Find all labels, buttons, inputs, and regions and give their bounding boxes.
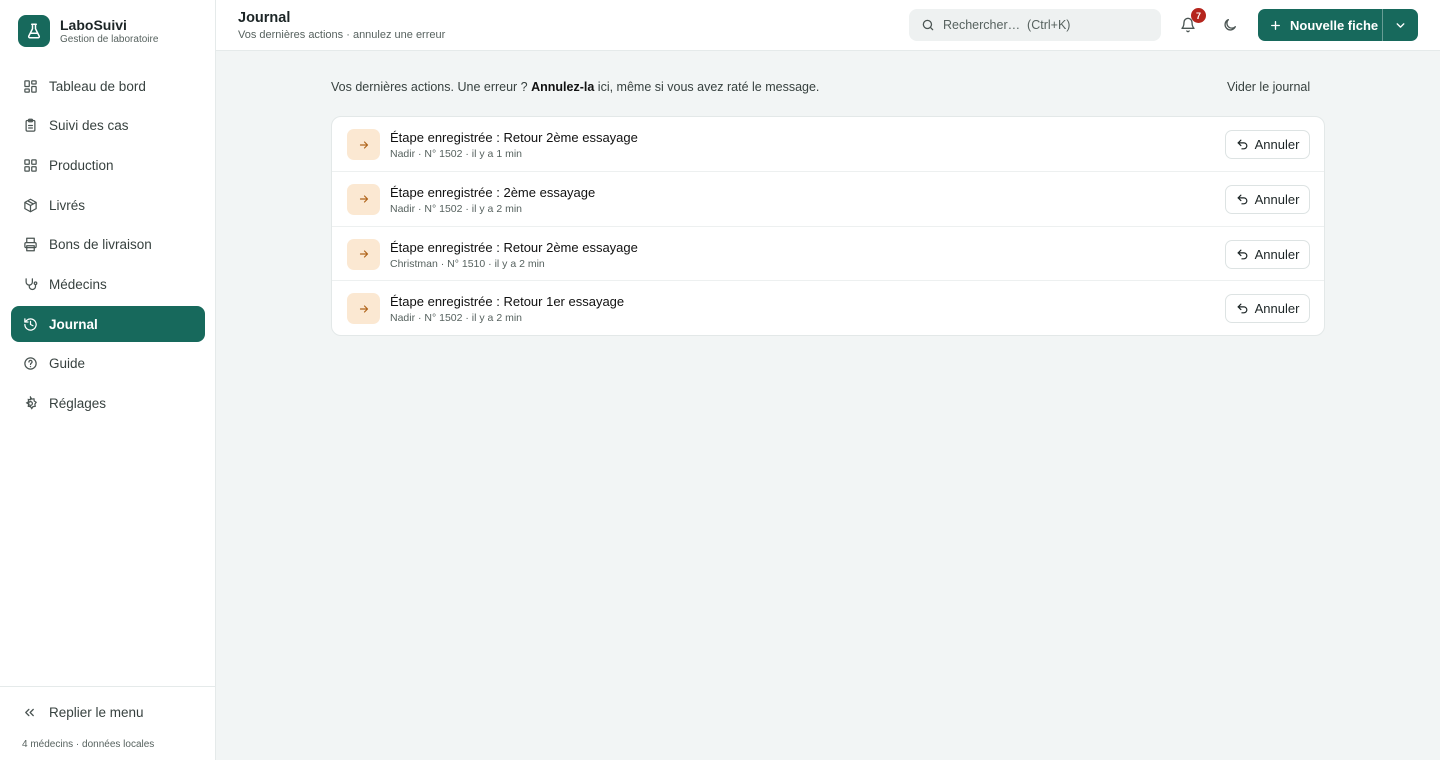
- entry-title: Étape enregistrée : Retour 1er essayage: [390, 294, 625, 310]
- collapse-menu-label: Replier le menu: [49, 705, 144, 720]
- journal-intro: Vos dernières actions. Une erreur ? Annu…: [331, 80, 819, 94]
- clear-journal-button[interactable]: Vider le journal: [1227, 80, 1310, 94]
- chevron-down-icon: [1394, 19, 1407, 32]
- plus-icon: [1269, 19, 1282, 32]
- new-record-button-group: Nouvelle fiche: [1258, 9, 1418, 41]
- new-record-dropdown-button[interactable]: [1382, 9, 1418, 41]
- sidebar-item-bons-de-livraison[interactable]: Bons de livraison: [11, 227, 205, 263]
- list-item: Étape enregistrée : Retour 2ème essayage…: [332, 117, 1324, 172]
- sidebar-item-label: Suivi des cas: [49, 118, 129, 134]
- page-title: Journal: [238, 10, 291, 26]
- arrow-right-icon: [347, 129, 380, 160]
- intro-text-end: ici, même si vous avez raté le message.: [594, 80, 820, 94]
- brand-subtitle: Gestion de laboratoire: [60, 33, 159, 45]
- undo-label: Annuler: [1254, 191, 1300, 207]
- undo-button[interactable]: Annuler: [1225, 239, 1310, 269]
- entry-meta: Nadir · N° 1502 · il y a 1 min: [390, 148, 522, 160]
- moon-icon[interactable]: [1221, 16, 1239, 34]
- sidebar-item-label: Médecins: [49, 276, 107, 292]
- printer-icon: [22, 237, 38, 253]
- sidebar-item-livres[interactable]: Livrés: [11, 187, 205, 223]
- help-circle-icon: [22, 356, 38, 372]
- sidebar-item-label: Livrés: [49, 197, 86, 213]
- undo-icon: [1236, 248, 1249, 261]
- grid-icon: [22, 78, 38, 94]
- grid-icon: [22, 157, 38, 173]
- undo-button[interactable]: Annuler: [1225, 130, 1310, 159]
- search-box[interactable]: [909, 9, 1161, 41]
- sidebar: LaboSuivi Gestion de laboratoire Tableau…: [0, 0, 216, 760]
- search-icon: [921, 18, 935, 32]
- intro-text-start: Vos dernières actions. Une erreur ?: [331, 80, 532, 94]
- sidebar-item-label: Journal: [49, 316, 98, 332]
- arrow-right-icon: [347, 293, 380, 325]
- topbar: Journal Vos dernières actions · annulez …: [216, 0, 1440, 51]
- sidebar-footer: Replier le menu 4 médecins · données loc…: [0, 686, 216, 760]
- undo-button[interactable]: Annuler: [1225, 184, 1310, 214]
- entry-title: Étape enregistrée : 2ème essayage: [390, 184, 596, 200]
- sidebar-item-reglages[interactable]: Réglages: [11, 386, 205, 422]
- sidebar-item-label: Bons de livraison: [49, 237, 152, 253]
- collapse-menu-button[interactable]: Replier le menu: [22, 705, 144, 720]
- new-record-label: Nouvelle fiche: [1290, 17, 1379, 33]
- notification-badge: 7: [1191, 8, 1206, 23]
- sidebar-item-suivi-des-cas[interactable]: Suivi des cas: [11, 108, 205, 144]
- undo-label: Annuler: [1254, 246, 1300, 262]
- package-icon: [22, 197, 38, 213]
- sidebar-item-label: Production: [49, 157, 114, 173]
- gear-icon: [22, 396, 38, 412]
- undo-label: Annuler: [1254, 301, 1300, 317]
- clipboard-icon: [22, 118, 38, 134]
- undo-button[interactable]: Annuler: [1225, 294, 1310, 324]
- sidebar-nav: Tableau de bord Suivi des cas Production…: [11, 68, 205, 425]
- undo-icon: [1236, 138, 1249, 151]
- page-subtitle: Vos dernières actions · annulez une erre…: [238, 29, 446, 41]
- history-icon: [22, 316, 38, 332]
- arrow-right-icon: [347, 238, 380, 270]
- list-item: Étape enregistrée : Retour 2ème essayage…: [332, 227, 1324, 282]
- sidebar-item-production[interactable]: Production: [11, 147, 205, 183]
- list-item: Étape enregistrée : Retour 1er essayage …: [332, 281, 1324, 335]
- arrow-right-icon: [347, 183, 380, 215]
- entry-title: Étape enregistrée : Retour 2ème essayage: [390, 130, 638, 145]
- sidebar-item-label: Guide: [49, 356, 86, 372]
- brand[interactable]: LaboSuivi Gestion de laboratoire: [18, 15, 158, 47]
- sidebar-item-guide[interactable]: Guide: [11, 346, 205, 382]
- undo-label: Annuler: [1254, 137, 1300, 152]
- entry-meta: Nadir · N° 1502 · il y a 2 min: [390, 202, 522, 215]
- sidebar-item-medecins[interactable]: Médecins: [11, 266, 205, 302]
- search-input[interactable]: [943, 18, 1143, 32]
- chevrons-left-icon: [22, 705, 38, 720]
- list-item: Étape enregistrée : 2ème essayage Nadir …: [332, 172, 1324, 227]
- sidebar-item-journal[interactable]: Journal: [11, 306, 205, 343]
- journal-list: Étape enregistrée : Retour 2ème essayage…: [331, 116, 1325, 336]
- sidebar-item-label: Tableau de bord: [49, 78, 146, 94]
- intro-text-emphasis: Annulez-la: [531, 80, 595, 94]
- brand-name: LaboSuivi: [60, 16, 127, 33]
- new-record-button[interactable]: Nouvelle fiche: [1258, 9, 1382, 41]
- entry-meta: Christman · N° 1510 · il y a 2 min: [390, 257, 545, 270]
- entry-title: Étape enregistrée : Retour 2ème essayage: [390, 239, 638, 255]
- sidebar-item-label: Réglages: [49, 396, 107, 411]
- stethoscope-icon: [22, 276, 38, 292]
- footer-note: 4 médecins · données locales: [22, 739, 155, 750]
- flask-icon: [18, 15, 50, 47]
- undo-icon: [1236, 193, 1249, 206]
- undo-icon: [1236, 302, 1249, 315]
- entry-meta: Nadir · N° 1502 · il y a 2 min: [390, 312, 522, 325]
- sidebar-item-tableau-de-bord[interactable]: Tableau de bord: [11, 68, 205, 104]
